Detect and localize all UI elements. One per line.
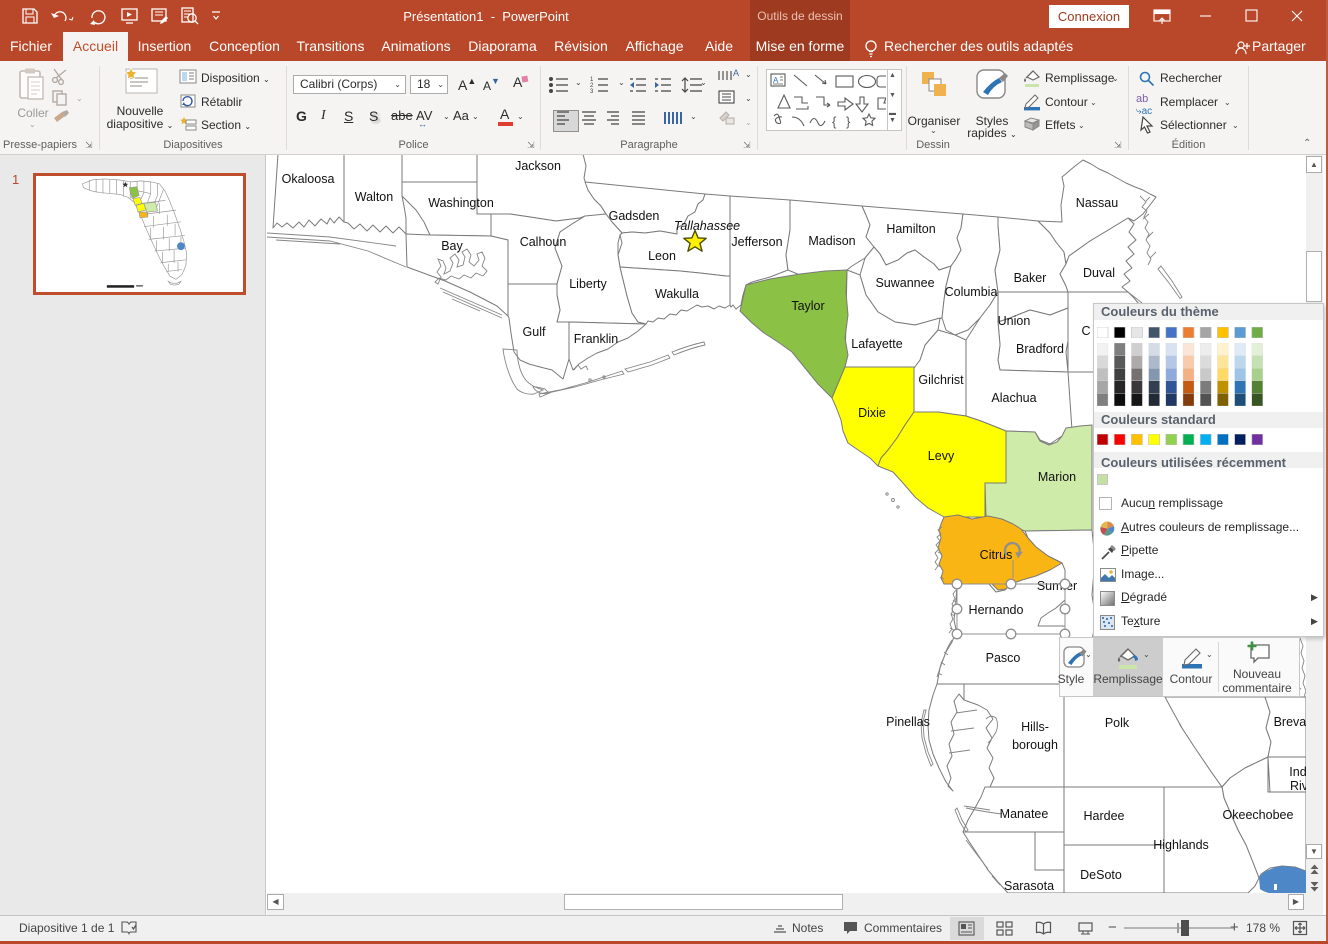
- svg-text:A: A: [733, 68, 739, 78]
- svg-text:Baker: Baker: [1014, 271, 1047, 285]
- svg-text:Columbia: Columbia: [945, 285, 998, 299]
- svg-text:Dixie: Dixie: [858, 406, 886, 420]
- svg-text:Sarasota: Sarasota: [1004, 879, 1054, 893]
- svg-text:Pasco: Pasco: [986, 651, 1021, 665]
- svg-text:Tallahassee: Tallahassee: [674, 219, 740, 233]
- svg-text:Jackson: Jackson: [515, 159, 561, 173]
- svg-text:Levy: Levy: [928, 449, 955, 463]
- svg-text:Walton: Walton: [355, 190, 393, 204]
- svg-text:DeSoto: DeSoto: [1080, 868, 1122, 882]
- svg-text:Liberty: Liberty: [569, 277, 607, 291]
- svg-text:Taylor: Taylor: [791, 299, 824, 313]
- svg-text:Manatee: Manatee: [1000, 807, 1049, 821]
- svg-text:Pinellas: Pinellas: [886, 715, 930, 729]
- svg-text:Duval: Duval: [1083, 266, 1115, 280]
- svg-text:Suwannee: Suwannee: [875, 276, 934, 290]
- svg-text:Marion: Marion: [1038, 470, 1076, 484]
- svg-text:borough: borough: [1012, 738, 1058, 752]
- svg-text:Gadsden: Gadsden: [609, 209, 660, 223]
- svg-text:Madison: Madison: [808, 234, 855, 248]
- svg-text:Wakulla: Wakulla: [655, 287, 699, 301]
- svg-text:Okeechobee: Okeechobee: [1223, 808, 1294, 822]
- svg-text:Nassau: Nassau: [1076, 196, 1118, 210]
- svg-text:Brevar: Brevar: [1274, 715, 1306, 729]
- svg-text:C: C: [1081, 324, 1090, 338]
- svg-text:Bradford: Bradford: [1016, 342, 1064, 356]
- svg-text:{: {: [832, 114, 837, 129]
- svg-text:Hernando: Hernando: [969, 603, 1024, 617]
- svg-text:}: }: [846, 114, 851, 129]
- svg-text:Union: Union: [998, 314, 1031, 328]
- svg-text:Okaloosa: Okaloosa: [282, 172, 335, 186]
- svg-text:Hardee: Hardee: [1084, 809, 1125, 823]
- svg-text:Hamilton: Hamilton: [886, 222, 935, 236]
- svg-text:Calhoun: Calhoun: [520, 235, 567, 249]
- svg-text:Alachua: Alachua: [991, 391, 1036, 405]
- svg-text:Ind: Ind: [1289, 765, 1306, 779]
- svg-text:Jefferson: Jefferson: [731, 235, 782, 249]
- svg-text:Lafayette: Lafayette: [851, 337, 902, 351]
- svg-text:Polk: Polk: [1105, 716, 1130, 730]
- svg-text:Highlands: Highlands: [1153, 838, 1209, 852]
- svg-text:Gilchrist: Gilchrist: [918, 373, 964, 387]
- svg-text:Washington: Washington: [428, 196, 494, 210]
- svg-text:Sumter: Sumter: [1037, 579, 1077, 593]
- svg-text:Hills-: Hills-: [1021, 720, 1049, 734]
- svg-text:Citrus: Citrus: [980, 548, 1013, 562]
- svg-text:Gulf: Gulf: [523, 325, 546, 339]
- svg-text:3: 3: [590, 89, 594, 94]
- svg-text:Bay: Bay: [441, 239, 463, 253]
- svg-text:Riv: Riv: [1290, 779, 1306, 793]
- svg-text:Leon: Leon: [648, 249, 676, 263]
- svg-text:Franklin: Franklin: [574, 332, 619, 346]
